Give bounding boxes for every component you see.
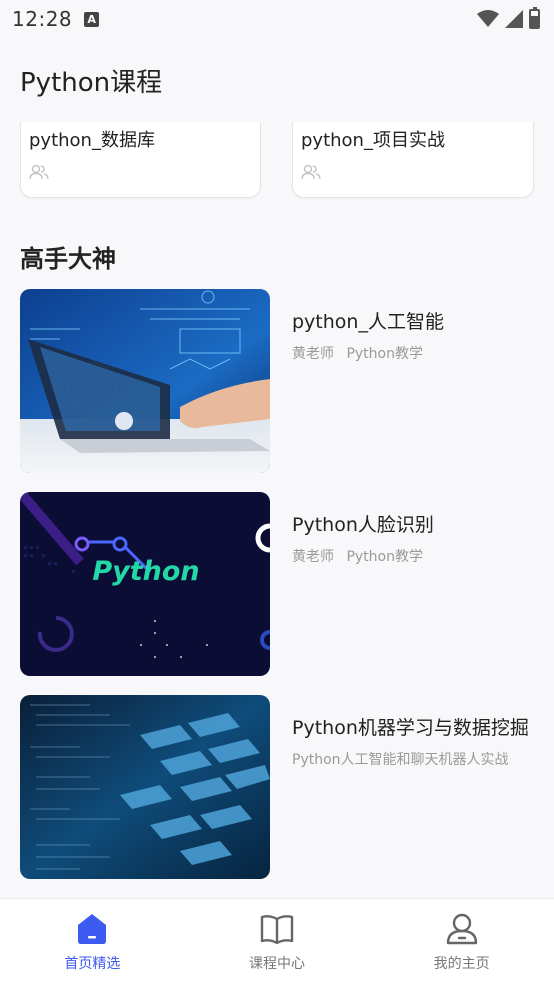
course-card-title: python_数据库 bbox=[29, 130, 155, 151]
nav-home-label: 首页精选 bbox=[64, 956, 121, 972]
course-meta: 黄老师 Python教学 bbox=[292, 343, 423, 363]
course-list-item[interactable]: python_人工智能 黄老师 Python教学 bbox=[20, 289, 534, 473]
course-tag: Python教学 bbox=[346, 346, 423, 362]
python-logo-image: Python bbox=[20, 492, 270, 676]
users-icon bbox=[301, 164, 321, 180]
course-list-item[interactable]: Python机器学习与数据挖掘 Python人工智能和聊天机器人实战 bbox=[20, 695, 534, 879]
nav-profile[interactable]: 我的主页 bbox=[369, 899, 554, 984]
course-card-database[interactable]: python_数据库 bbox=[20, 122, 261, 198]
top-courses: python_数据库 python_项目实战 bbox=[20, 122, 534, 200]
course-meta: 黄老师 Python教学 bbox=[292, 546, 423, 566]
keyboard-code-image bbox=[20, 695, 270, 879]
nav-profile-label: 我的主页 bbox=[433, 956, 490, 972]
status-indicators bbox=[477, 7, 540, 29]
thumbnail-python-text: Python bbox=[92, 556, 199, 587]
section-title: 高手大神 bbox=[20, 245, 116, 273]
nav-courses[interactable]: 课程中心 bbox=[185, 899, 370, 984]
course-title: python_人工智能 bbox=[292, 311, 444, 333]
page-title: Python课程 bbox=[20, 68, 163, 98]
laptop-ai-image bbox=[20, 289, 270, 473]
profile-icon bbox=[446, 913, 477, 945]
teacher-name: 黄老师 bbox=[292, 346, 334, 362]
status-bar: 12:28 A bbox=[0, 0, 554, 38]
course-card-project[interactable]: python_项目实战 bbox=[292, 122, 534, 198]
battery-icon bbox=[529, 7, 540, 29]
signal-icon bbox=[505, 10, 523, 28]
course-title: Python人脸识别 bbox=[292, 514, 434, 536]
course-list-item[interactable]: Python Python人脸识别 黄老师 Python教学 bbox=[20, 492, 534, 676]
nav-courses-label: 课程中心 bbox=[249, 956, 305, 972]
course-tag: Python教学 bbox=[346, 549, 423, 565]
book-icon bbox=[260, 915, 294, 945]
status-time: 12:28 bbox=[12, 7, 73, 31]
teacher-name: 黄老师 bbox=[292, 549, 334, 565]
course-card-title: python_项目实战 bbox=[301, 130, 445, 151]
course-subtitle: Python人工智能和聊天机器人实战 bbox=[292, 752, 509, 768]
bottom-nav: 首页精选 课程中心 我的主页 bbox=[0, 898, 554, 984]
users-icon bbox=[29, 164, 49, 180]
home-icon bbox=[78, 914, 107, 944]
notification-icon: A bbox=[84, 11, 100, 27]
course-title: Python机器学习与数据挖掘 bbox=[292, 717, 529, 739]
nav-home[interactable]: 首页精选 bbox=[0, 899, 185, 984]
wifi-icon bbox=[477, 10, 499, 27]
